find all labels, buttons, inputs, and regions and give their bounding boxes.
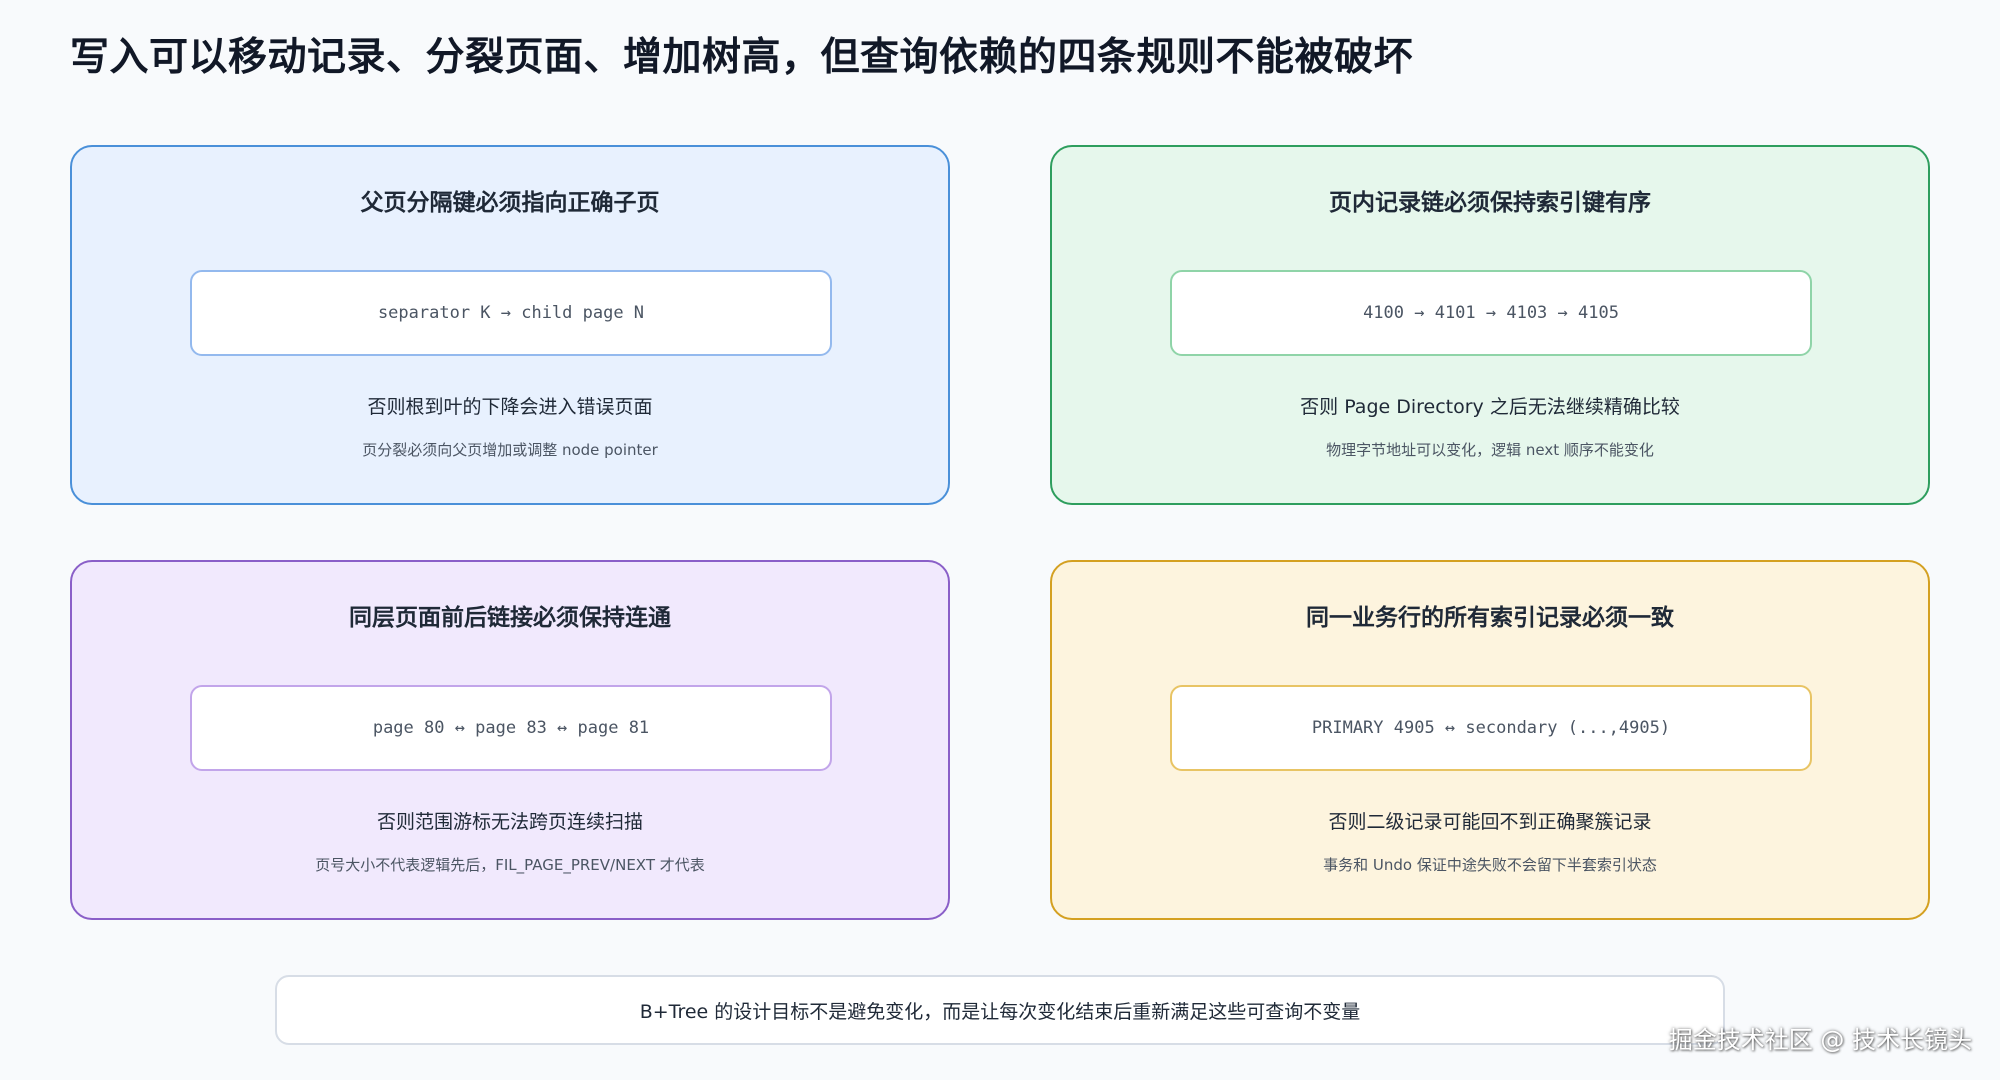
rule-card-index-consistency: 同一业务行的所有索引记录必须一致 PRIMARY 4905 ↔ secondar… bbox=[1050, 560, 1930, 920]
card-title: 同层页面前后链接必须保持连通 bbox=[349, 605, 671, 631]
card-title: 同一业务行的所有索引记录必须一致 bbox=[1306, 605, 1674, 631]
code-example-box: page 80 ↔ page 83 ↔ page 81 bbox=[190, 685, 832, 771]
card-note: 页号大小不代表逻辑先后，FIL_PAGE_PREV/NEXT 才代表 bbox=[315, 856, 705, 874]
card-title: 父页分隔键必须指向正确子页 bbox=[360, 190, 660, 216]
code-example-box: PRIMARY 4905 ↔ secondary (...,4905) bbox=[1170, 685, 1812, 771]
card-note: 物理字节地址可以变化，逻辑 next 顺序不能变化 bbox=[1326, 441, 1654, 459]
rule-card-sibling-links: 同层页面前后链接必须保持连通 page 80 ↔ page 83 ↔ page … bbox=[70, 560, 950, 920]
card-consequence: 否则二级记录可能回不到正确聚簇记录 bbox=[1328, 811, 1652, 833]
card-note: 页分裂必须向父页增加或调整 node pointer bbox=[362, 441, 658, 459]
rule-card-record-order: 页内记录链必须保持索引键有序 4100 → 4101 → 4103 → 4105… bbox=[1050, 145, 1930, 505]
rule-card-parent-separator: 父页分隔键必须指向正确子页 separator K → child page N… bbox=[70, 145, 950, 505]
card-consequence: 否则 Page Directory 之后无法继续精确比较 bbox=[1300, 396, 1680, 418]
page-title: 写入可以移动记录、分裂页面、增加树高，但查询依赖的四条规则不能被破坏 bbox=[70, 35, 1414, 80]
summary-footer: B+Tree 的设计目标不是避免变化，而是让每次变化结束后重新满足这些可查询不变… bbox=[275, 975, 1725, 1045]
watermark: 掘金技术社区 @ 技术长镜头 bbox=[1668, 1026, 1972, 1054]
code-example-box: separator K → child page N bbox=[190, 270, 832, 356]
card-title: 页内记录链必须保持索引键有序 bbox=[1329, 190, 1651, 216]
card-consequence: 否则范围游标无法跨页连续扫描 bbox=[376, 811, 643, 833]
code-example-box: 4100 → 4101 → 4103 → 4105 bbox=[1170, 270, 1812, 356]
card-note: 事务和 Undo 保证中途失败不会留下半套索引状态 bbox=[1323, 856, 1657, 874]
card-consequence: 否则根到叶的下降会进入错误页面 bbox=[367, 396, 653, 418]
